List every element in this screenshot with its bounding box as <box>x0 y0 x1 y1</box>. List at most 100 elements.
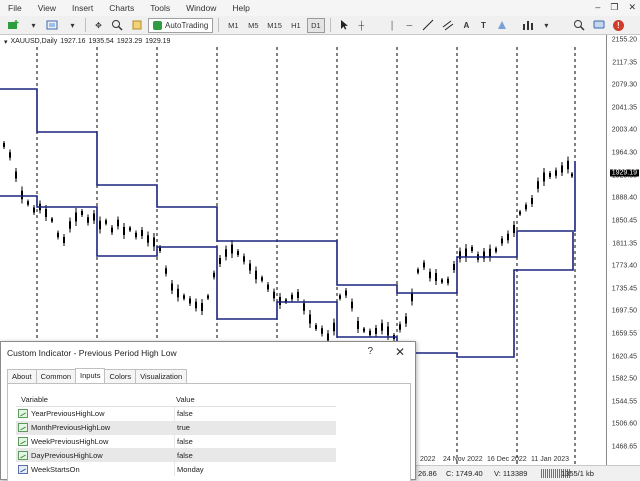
menu-insert[interactable]: Insert <box>64 3 101 13</box>
chart-dropdown-icon: ▾ <box>4 39 8 46</box>
menu-bar: File View Insert Charts Tools Window Hel… <box>0 0 640 16</box>
candle-body <box>333 322 335 332</box>
candle-body <box>507 233 509 241</box>
timeframe-d1[interactable]: D1 <box>306 17 325 33</box>
table-row[interactable]: DayPreviousHighLow false <box>16 448 336 463</box>
param-value[interactable]: false <box>174 448 334 463</box>
candle-body <box>399 324 401 330</box>
candle-body <box>519 211 521 215</box>
candle-body <box>15 171 17 179</box>
bool-param-icon <box>18 409 28 419</box>
channel-icon[interactable] <box>439 18 457 33</box>
vertical-line-icon[interactable]: │ <box>385 18 400 33</box>
param-value[interactable]: false <box>174 434 334 449</box>
dialog-title-bar[interactable]: Custom Indicator - Previous Period High … <box>1 342 415 364</box>
crosshair-move-icon[interactable]: ✥ <box>91 18 106 33</box>
zoom-in-icon[interactable] <box>108 18 126 33</box>
candle-body <box>231 244 233 254</box>
table-row[interactable]: YearPreviousHighLow false <box>16 407 336 421</box>
candle-body <box>339 295 341 299</box>
candle-body <box>255 270 257 280</box>
table-row[interactable]: MonthPreviousHighLow true <box>16 420 336 435</box>
close-icon[interactable]: ✕ <box>628 2 636 13</box>
menu-file[interactable]: File <box>0 3 30 13</box>
cursor-icon[interactable] <box>336 18 352 33</box>
tab-about[interactable]: About <box>7 369 37 383</box>
shapes-icon[interactable] <box>493 18 511 33</box>
param-value[interactable]: true <box>174 420 334 435</box>
period-icon[interactable] <box>519 18 537 33</box>
candle-body <box>123 227 125 235</box>
status-traffic: 1355/1 kb <box>561 469 594 478</box>
chat-icon[interactable] <box>590 18 608 33</box>
column-value[interactable]: Value <box>174 395 334 404</box>
menu-view[interactable]: View <box>30 3 64 13</box>
param-value[interactable]: Monday <box>174 462 334 476</box>
candle-body <box>411 292 413 302</box>
tab-inputs[interactable]: Inputs <box>75 368 106 383</box>
candle-body <box>567 160 569 170</box>
restore-icon[interactable]: ❐ <box>610 2 618 13</box>
candle-body <box>249 263 251 271</box>
menu-charts[interactable]: Charts <box>101 3 142 13</box>
alert-icon[interactable]: ! <box>610 18 627 33</box>
bool-param-icon <box>18 450 28 460</box>
dropdown-arrow-icon[interactable]: ▾ <box>65 18 80 33</box>
text-label-tool-icon[interactable]: T <box>476 18 491 33</box>
dialog-title: Custom Indicator - Previous Period High … <box>7 348 177 358</box>
candle-body <box>561 165 563 173</box>
close-button[interactable]: ✕ <box>395 345 405 359</box>
search-icon[interactable] <box>570 18 588 33</box>
menu-window[interactable]: Window <box>178 3 224 13</box>
toolbar: ▾ ▾ ✥ AutoTrading M1 M5 M15 H1 D1 ┼ │ ─ … <box>0 16 640 35</box>
price-axis[interactable]: 2155.20 2117.35 2079.30 2041.35 2003.40 1964.… <box>606 35 640 465</box>
timeframe-m15[interactable]: M15 <box>264 18 285 33</box>
candle-body <box>303 303 305 311</box>
dropdown-arrow-icon[interactable]: ▾ <box>26 18 41 33</box>
price-tick-label: 1620.45 <box>611 353 637 361</box>
timeframe-m1[interactable]: M1 <box>224 18 242 33</box>
new-chart-icon[interactable] <box>4 18 24 33</box>
timeframe-m5[interactable]: M5 <box>244 18 262 33</box>
grid-header: Variable Value <box>16 392 336 407</box>
help-button[interactable]: ? <box>367 346 373 357</box>
tab-common[interactable]: Common <box>35 369 77 383</box>
tab-visualization[interactable]: Visualization <box>135 369 188 383</box>
candle-body <box>513 225 515 233</box>
dropdown-arrow-icon[interactable]: ▾ <box>539 18 554 33</box>
candle-body <box>51 218 53 222</box>
table-row[interactable]: WeekPreviousHighLow false <box>16 434 336 449</box>
column-variable[interactable]: Variable <box>16 395 174 404</box>
candle-body <box>3 143 5 147</box>
menu-tools[interactable]: Tools <box>142 3 178 13</box>
table-row[interactable]: WeekStartsOn Monday <box>16 462 336 476</box>
candle-body <box>219 258 221 264</box>
crosshair-icon[interactable]: ┼ <box>354 18 369 33</box>
candle-body <box>423 262 425 268</box>
inputs-grid: Variable Value YearPreviousHighLow false… <box>16 392 336 476</box>
price-tick-label: 1735.45 <box>611 285 637 293</box>
text-tool-icon[interactable]: A <box>459 18 474 33</box>
candle-body <box>225 249 227 257</box>
param-value[interactable]: false <box>174 407 334 421</box>
candle-body <box>447 278 449 284</box>
trendline-icon[interactable] <box>419 18 437 33</box>
price-tick-label: 1888.40 <box>611 194 637 202</box>
param-name: MonthPreviousHighLow <box>31 423 111 433</box>
candle-body <box>571 173 573 177</box>
timeframe-h1[interactable]: H1 <box>287 18 305 33</box>
minimize-icon[interactable]: – <box>595 2 600 13</box>
tab-colors[interactable]: Colors <box>104 369 137 383</box>
horizontal-line-icon[interactable]: ─ <box>402 18 417 33</box>
history-icon[interactable] <box>128 18 146 33</box>
menu-help[interactable]: Help <box>224 3 257 13</box>
candle-body <box>381 323 383 331</box>
autotrading-button[interactable]: AutoTrading <box>148 17 214 33</box>
symbol-name: XAUUSD,Daily <box>10 38 58 45</box>
candle-body <box>189 298 191 304</box>
price-tick-label: 2079.30 <box>611 81 637 89</box>
profiles-icon[interactable] <box>43 18 63 33</box>
price-tick-label: 1697.50 <box>611 307 637 315</box>
date-label: 16 Dec 2022 <box>487 456 527 463</box>
candle-body <box>213 272 215 278</box>
